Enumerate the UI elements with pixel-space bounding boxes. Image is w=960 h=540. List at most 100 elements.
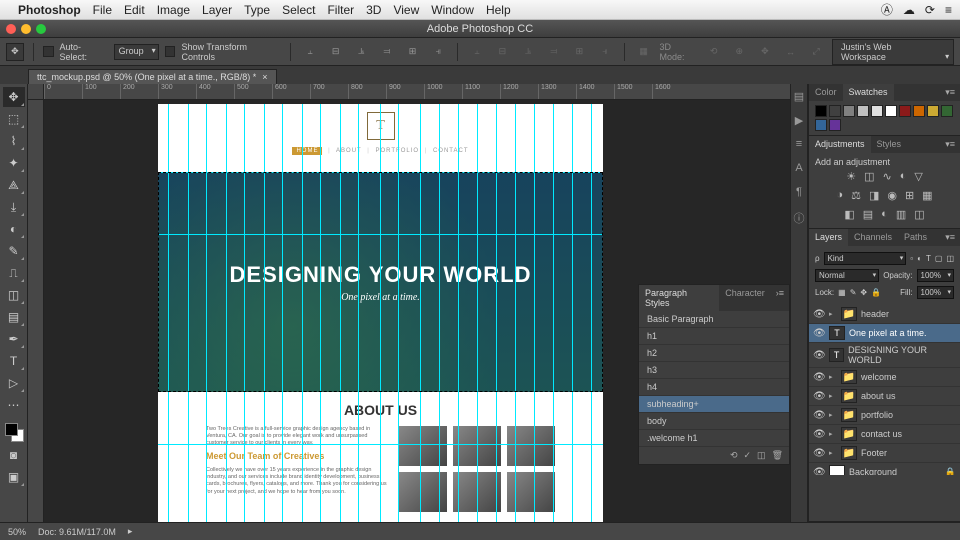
show-transform-checkbox[interactable]: [165, 46, 176, 57]
layer-row[interactable]: 👁▸📁header: [809, 305, 960, 324]
align-left-icon[interactable]: ⫤: [377, 42, 397, 62]
visibility-icon[interactable]: 👁: [813, 309, 825, 320]
adj-bw-icon[interactable]: ◨: [869, 189, 879, 202]
swatch[interactable]: [871, 105, 883, 117]
layer-row[interactable]: 👁▸📁about us: [809, 387, 960, 406]
move-tool-indicator-icon[interactable]: ✥: [6, 43, 24, 61]
menu-file[interactable]: File: [93, 3, 112, 17]
menu-filter[interactable]: Filter: [327, 3, 354, 17]
brushes-panel-icon[interactable]: ≡: [792, 138, 806, 152]
visibility-icon[interactable]: 👁: [813, 350, 825, 361]
pstyle-welcome[interactable]: .welcome h1: [639, 430, 789, 447]
layer-row[interactable]: 👁TOne pixel at a time.: [809, 324, 960, 343]
visibility-icon[interactable]: 👁: [813, 467, 825, 476]
doc-size[interactable]: Doc: 9.61M/117.0M: [38, 527, 116, 537]
adj-brightness-icon[interactable]: ☀: [846, 170, 856, 183]
path-selection-tool[interactable]: ▷: [3, 373, 25, 393]
filter-shape-icon[interactable]: ▢: [935, 254, 943, 263]
crop-tool[interactable]: ⟁: [3, 175, 25, 195]
filter-pixel-icon[interactable]: ▫: [910, 254, 913, 263]
menu-edit[interactable]: Edit: [124, 3, 145, 17]
paragraph-panel-icon[interactable]: ¶: [792, 186, 806, 200]
paragraph-styles-panel[interactable]: Paragraph Styles Character ›≡ Basic Para…: [638, 284, 790, 465]
adjustments-tab[interactable]: Adjustments: [809, 136, 871, 153]
character-tab[interactable]: Character: [719, 285, 771, 311]
menu-view[interactable]: View: [393, 3, 419, 17]
close-window-button[interactable]: [6, 24, 16, 34]
zoom-level[interactable]: 50%: [8, 527, 26, 537]
distribute-top-icon[interactable]: ⫠: [467, 42, 487, 62]
adj-invert-icon[interactable]: ◧: [844, 208, 854, 221]
color-flyout-icon[interactable]: ▾≡: [940, 84, 960, 101]
swatches-tab[interactable]: Swatches: [843, 84, 894, 101]
filter-adj-icon[interactable]: ◐: [917, 254, 922, 263]
menu-select[interactable]: Select: [282, 3, 315, 17]
workspace-switcher[interactable]: Justin's Web Workspace: [832, 39, 954, 65]
layers-flyout-icon[interactable]: ▾≡: [940, 229, 960, 246]
history-panel-icon[interactable]: ▤: [792, 90, 806, 104]
vertical-ruler[interactable]: [28, 100, 44, 522]
app-name[interactable]: Photoshop: [18, 3, 81, 17]
character-panel-icon[interactable]: A: [792, 162, 806, 176]
brush-tool[interactable]: ✎: [3, 241, 25, 261]
swatch[interactable]: [815, 119, 827, 131]
menu-3d[interactable]: 3D: [366, 3, 381, 17]
close-tab-icon[interactable]: ×: [262, 72, 267, 82]
opacity-input[interactable]: 100%: [917, 269, 954, 282]
disclosure-icon[interactable]: ▸: [829, 430, 837, 438]
visibility-icon[interactable]: 👁: [813, 391, 825, 402]
visibility-icon[interactable]: 👁: [813, 410, 825, 421]
adj-curves-icon[interactable]: ∿: [882, 170, 891, 183]
move-tool[interactable]: ✥: [3, 87, 25, 107]
document-tab[interactable]: ttc_mockup.psd @ 50% (One pixel at a tim…: [28, 69, 277, 84]
align-vcenter-icon[interactable]: ⊟: [326, 42, 346, 62]
behance-icon[interactable]: Ⓐ: [881, 1, 893, 18]
pen-tool[interactable]: ✒: [3, 329, 25, 349]
adj-levels-icon[interactable]: ◫: [864, 170, 874, 183]
filter-kind-select[interactable]: Kind: [824, 252, 907, 265]
align-bottom-icon[interactable]: ⫡: [351, 42, 371, 62]
adj-exposure-icon[interactable]: ◐: [900, 170, 907, 183]
swatch[interactable]: [927, 105, 939, 117]
visibility-icon[interactable]: 👁: [813, 448, 825, 459]
more-tools-icon[interactable]: ⋯: [3, 395, 25, 415]
marquee-tool[interactable]: ⬚: [3, 109, 25, 129]
menu-layer[interactable]: Layer: [202, 3, 232, 17]
foreground-swatch[interactable]: [5, 423, 18, 436]
adj-flyout-icon[interactable]: ▾≡: [940, 136, 960, 153]
lasso-tool[interactable]: ⌇: [3, 131, 25, 151]
quick-mask-icon[interactable]: ◙: [3, 445, 25, 465]
menu-window[interactable]: Window: [431, 3, 474, 17]
status-arrow-icon[interactable]: ▸: [128, 526, 133, 537]
magic-wand-tool[interactable]: ✦: [3, 153, 25, 173]
align-right-icon[interactable]: ⫣: [428, 42, 448, 62]
disclosure-icon[interactable]: ▸: [829, 310, 837, 318]
disclosure-icon[interactable]: ▸: [829, 411, 837, 419]
filter-type-icon[interactable]: T: [926, 254, 931, 263]
pstyle-basic[interactable]: Basic Paragraph: [639, 311, 789, 328]
menu-type[interactable]: Type: [244, 3, 270, 17]
swatch[interactable]: [913, 105, 925, 117]
layer-row[interactable]: 👁TDESIGNING YOUR WORLD: [809, 343, 960, 368]
swatch[interactable]: [941, 105, 953, 117]
redefine-style-icon[interactable]: ✓: [744, 450, 752, 461]
channels-tab[interactable]: Channels: [848, 229, 898, 246]
menu-image[interactable]: Image: [157, 3, 190, 17]
type-tool[interactable]: T: [3, 351, 25, 371]
styles-tab[interactable]: Styles: [871, 136, 908, 153]
align-hcenter-icon[interactable]: ⊞: [403, 42, 423, 62]
blend-mode-select[interactable]: Normal: [815, 269, 879, 282]
3d-roll-icon[interactable]: ⊕: [729, 42, 749, 62]
ruler-corner[interactable]: [28, 84, 44, 100]
color-tab[interactable]: Color: [809, 84, 843, 101]
swatch[interactable]: [815, 105, 827, 117]
layers-tab[interactable]: Layers: [809, 229, 848, 246]
lock-pixels-icon[interactable]: ✎: [850, 288, 857, 297]
distribute-right-icon[interactable]: ⫣: [595, 42, 615, 62]
clone-stamp-tool[interactable]: ⎍: [3, 263, 25, 283]
layer-row[interactable]: 👁▸📁contact us: [809, 425, 960, 444]
adj-hue-icon[interactable]: ◑: [836, 189, 843, 202]
lock-position-icon[interactable]: ✥: [860, 288, 867, 297]
color-swatches[interactable]: [3, 421, 25, 443]
3d-pan-icon[interactable]: ✥: [755, 42, 775, 62]
